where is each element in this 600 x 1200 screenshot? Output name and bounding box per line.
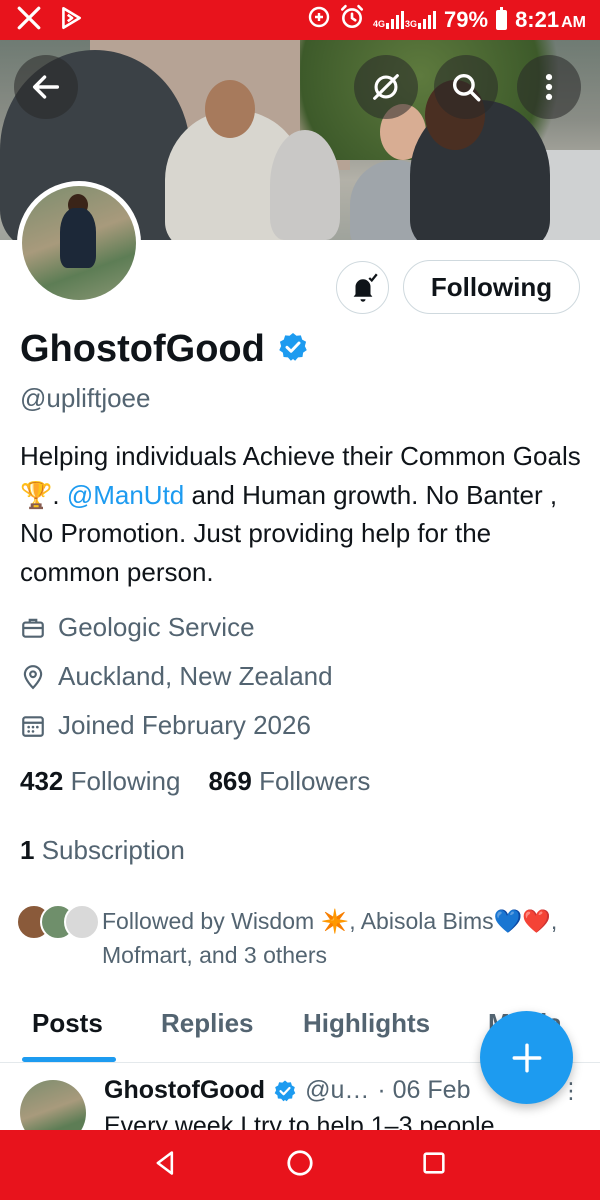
following-label: Following (70, 766, 181, 796)
followers-count: 869 (208, 766, 252, 796)
location-text: Auckland, New Zealand (58, 661, 333, 691)
more-options-button[interactable] (517, 55, 581, 119)
post-author-handle: @u… (305, 1076, 370, 1104)
name-row: GhostofGood (20, 328, 309, 371)
play-icon (58, 5, 84, 36)
circle-home-icon (287, 1149, 313, 1176)
compose-post-button[interactable] (480, 1011, 573, 1104)
clock-ampm: AM (561, 14, 586, 31)
followers-label: Followers (259, 766, 371, 796)
tab-replies[interactable]: Replies (161, 1008, 254, 1039)
verified-badge-icon (277, 331, 309, 368)
data-saver-icon (307, 5, 331, 35)
battery-icon (496, 7, 508, 30)
post-text: Every week I try to help 1–3 people (104, 1112, 495, 1130)
following-count-link[interactable]: 432 Following (20, 766, 180, 797)
joined-text: Joined February 2026 (58, 710, 311, 740)
subscription-count-link[interactable]: 1 Subscription (20, 835, 185, 866)
display-name: GhostofGood (20, 328, 265, 370)
alarm-icon (339, 4, 365, 36)
bell-check-icon (353, 273, 378, 302)
profile-handle: @upliftjoee (20, 383, 151, 413)
followers-you-know-avatars[interactable] (16, 904, 100, 940)
follow-counts: 432 Following 869 Followers (20, 766, 370, 797)
triangle-back-icon (156, 1150, 174, 1175)
location-row: Auckland, New Zealand (20, 661, 333, 692)
followers-count-link[interactable]: 869 Followers (208, 766, 370, 797)
location-pin-icon (23, 664, 43, 689)
tab-highlights[interactable]: Highlights (303, 1008, 430, 1039)
android-nav-bar (0, 1130, 600, 1200)
nav-home-button[interactable] (285, 1148, 315, 1183)
network-type-2: 3G (405, 19, 418, 29)
bio-mention-link[interactable]: @ManUtd (67, 480, 184, 510)
nav-recents-button[interactable] (420, 1149, 448, 1182)
post-author-name: GhostofGood (104, 1076, 266, 1104)
back-button[interactable] (14, 55, 78, 119)
following-count: 432 (20, 766, 64, 796)
subscription-count: 1 (20, 835, 35, 865)
search-icon (452, 73, 481, 102)
post-avatar[interactable] (20, 1080, 86, 1130)
profession-text: Geologic Service (58, 612, 255, 642)
battery-percent: 79% (444, 7, 489, 32)
subscription-label: Subscription (41, 835, 185, 865)
calendar-icon (22, 715, 44, 737)
clock-time: 8:21 (515, 7, 560, 32)
post-date: · 06 Feb (377, 1076, 471, 1104)
grok-button[interactable] (354, 55, 418, 119)
clock: 8:21 AM (515, 7, 586, 33)
search-button[interactable] (434, 55, 498, 119)
nav-back-button[interactable] (152, 1149, 180, 1182)
x-app-icon (16, 5, 42, 36)
network-type-1: 4G (372, 19, 385, 29)
followed-by-text[interactable]: Followed by Wisdom ✴️, Abisola Bims💙❤️, … (102, 904, 572, 972)
following-button[interactable]: Following (403, 260, 580, 314)
status-bar: 4G 3G 79% 8:21 AM (0, 0, 600, 40)
plus-icon (512, 1043, 541, 1072)
tab-posts[interactable]: Posts (32, 1008, 103, 1039)
more-vertical-icon (545, 73, 553, 101)
notifications-button[interactable] (336, 261, 389, 314)
profile-bio: Helping individuals Achieve their Common… (20, 437, 585, 591)
joined-row: Joined February 2026 (20, 710, 311, 741)
profile-avatar[interactable] (17, 181, 141, 305)
active-tab-indicator (22, 1057, 116, 1062)
avatar (64, 904, 100, 940)
profession-row: Geologic Service (20, 612, 255, 643)
grok-icon (373, 74, 399, 100)
briefcase-icon (22, 618, 44, 638)
signal-icon: 4G 3G (372, 11, 437, 29)
square-recents-icon (423, 1151, 445, 1174)
post-header: GhostofGood @u… · 06 Feb (104, 1076, 470, 1105)
verified-badge-icon (274, 1080, 296, 1101)
arrow-left-icon (32, 75, 60, 99)
